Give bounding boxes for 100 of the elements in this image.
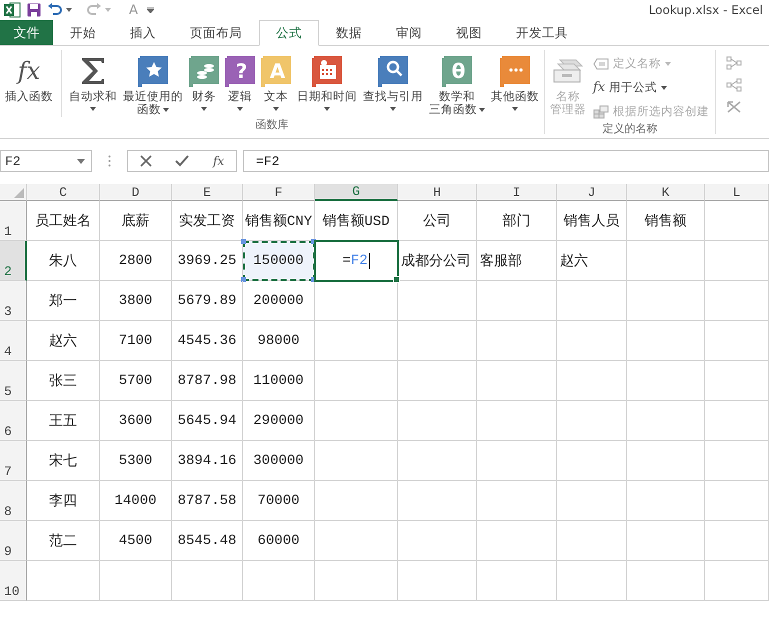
ribbon-tab[interactable]: 审阅 [379,20,439,46]
table-icon [593,104,609,118]
table-cell: 8787.58 [172,481,243,521]
ribbon-tab[interactable]: 数据 [319,20,379,46]
row-header[interactable]: 1 [0,201,27,241]
table-cell: 8787.98 [172,361,243,401]
column-header[interactable]: C [27,184,100,201]
table-cell: 张三 [27,361,100,401]
ribbon-button[interactable]: ? 逻辑 [222,50,258,117]
table-cell: 4500 [100,521,172,561]
ribbon-tab[interactable]: 视图 [439,20,499,46]
table-cell: 王五 [27,401,100,441]
grip-icon [108,155,111,167]
table-cell: 200000 [243,281,315,321]
row-header[interactable]: 8 [0,481,27,521]
table-cell: 5300 [100,441,172,481]
ribbon-button[interactable]: 最近使用的 函数 [120,50,186,117]
table-cell: 销售额 [627,201,705,241]
column-header[interactable]: D [100,184,172,201]
sum-icon [80,56,106,86]
book-icon: ? [225,56,255,86]
column-header[interactable]: J [557,184,627,201]
row-header[interactable]: 2 [0,241,27,281]
table-cell: 公司 [398,201,477,241]
row-header[interactable]: 3 [0,281,27,321]
undo-icon[interactable] [47,3,63,17]
copied-cell: 150000 [243,241,315,281]
search-book-icon [378,56,408,86]
table-cell: 4545.36 [172,321,243,361]
ribbon-button[interactable]: 日期和时间 [294,50,360,117]
table-cell: 290000 [243,401,315,441]
ribbon-small-button[interactable]: fx 用于公式 [593,78,668,97]
ribbon-button[interactable]: 财务 [186,50,222,117]
table-cell: 宋七 [27,441,100,481]
ribbon-tab[interactable]: 插入 [113,20,173,46]
table-cell: 14000 [100,481,172,521]
ribbon-button[interactable]: θ 数学和 三角函数 [426,50,488,117]
ribbon-tab[interactable]: 公式 [259,20,319,46]
column-header[interactable]: H [398,184,477,201]
table-cell: 3894.16 [172,441,243,481]
table-cell: 8545.48 [172,521,243,561]
column-header[interactable]: I [477,184,557,201]
insert-function-button[interactable]: fx [212,154,224,168]
row-header[interactable]: 6 [0,401,27,441]
ribbon-tab[interactable]: 开发工具 [499,20,585,46]
active-cell-input[interactable]: =F2 [315,241,398,281]
ribbon-button[interactable]: 其他函数 [488,50,542,117]
row-header[interactable]: 4 [0,321,27,361]
ribbon-button[interactable]: fx 插入函数 [2,50,62,117]
dots-book-icon [500,56,530,86]
row-header[interactable]: 5 [0,361,27,401]
column-header[interactable]: L [705,184,769,201]
table-cell: 成都分公司 [398,241,477,281]
star-book-icon [138,56,168,86]
column-header[interactable]: E [172,184,243,201]
ribbon-tab[interactable]: 页面布局 [173,20,259,46]
table-cell: 赵六 [557,241,627,281]
table-cell: 员工姓名 [27,201,100,241]
table-cell: 李四 [27,481,100,521]
check-icon[interactable] [175,155,190,167]
use-in-formula-icon: fx [593,80,606,95]
table-cell: 销售额USD [315,201,398,241]
tag-icon [593,58,609,70]
column-header[interactable]: F [243,184,315,201]
group-label: 函数库 [256,117,288,133]
customize-caret-icon[interactable] [146,7,154,13]
name-box[interactable]: F2 [0,150,92,172]
table-cell: 98000 [243,321,315,361]
table-cell: 部门 [477,201,557,241]
save-icon[interactable] [27,3,41,17]
ribbon-button[interactable]: A 文本 [258,50,294,117]
ribbon-button[interactable]: 查找与引用 [360,50,426,117]
book-icon: A [261,56,291,86]
file-tab[interactable]: 文件 [0,20,53,45]
table-cell: 70000 [243,481,315,521]
group-label: 定义的名称 [602,121,658,137]
table-cell: 5679.89 [172,281,243,321]
table-cell: 2800 [100,241,172,281]
column-header[interactable]: K [627,184,705,201]
calendar-book-icon [312,56,342,86]
table-cell: 300000 [243,441,315,481]
ribbon-tab[interactable]: 开始 [53,20,113,46]
table-cell: 赵六 [27,321,100,361]
table-cell: 范二 [27,521,100,561]
formula-field[interactable]: =F2 [243,150,769,172]
caret-icon[interactable] [66,8,72,12]
column-header[interactable]: G [315,184,398,201]
table-cell: 郑一 [27,281,100,321]
row-header[interactable]: 9 [0,521,27,561]
table-cell: 3600 [100,401,172,441]
row-header[interactable]: 10 [0,561,27,601]
insert-function-icon: fx [18,59,40,83]
caret-icon [105,8,111,12]
table-cell: 3800 [100,281,172,321]
window-title: Lookup.xlsx - Excel [648,3,763,17]
row-header[interactable]: 7 [0,441,27,481]
table-cell: 60000 [243,521,315,561]
table-cell: 110000 [243,361,315,401]
cancel-icon[interactable] [140,155,152,167]
ribbon-button[interactable]: 自动求和 [66,50,120,117]
